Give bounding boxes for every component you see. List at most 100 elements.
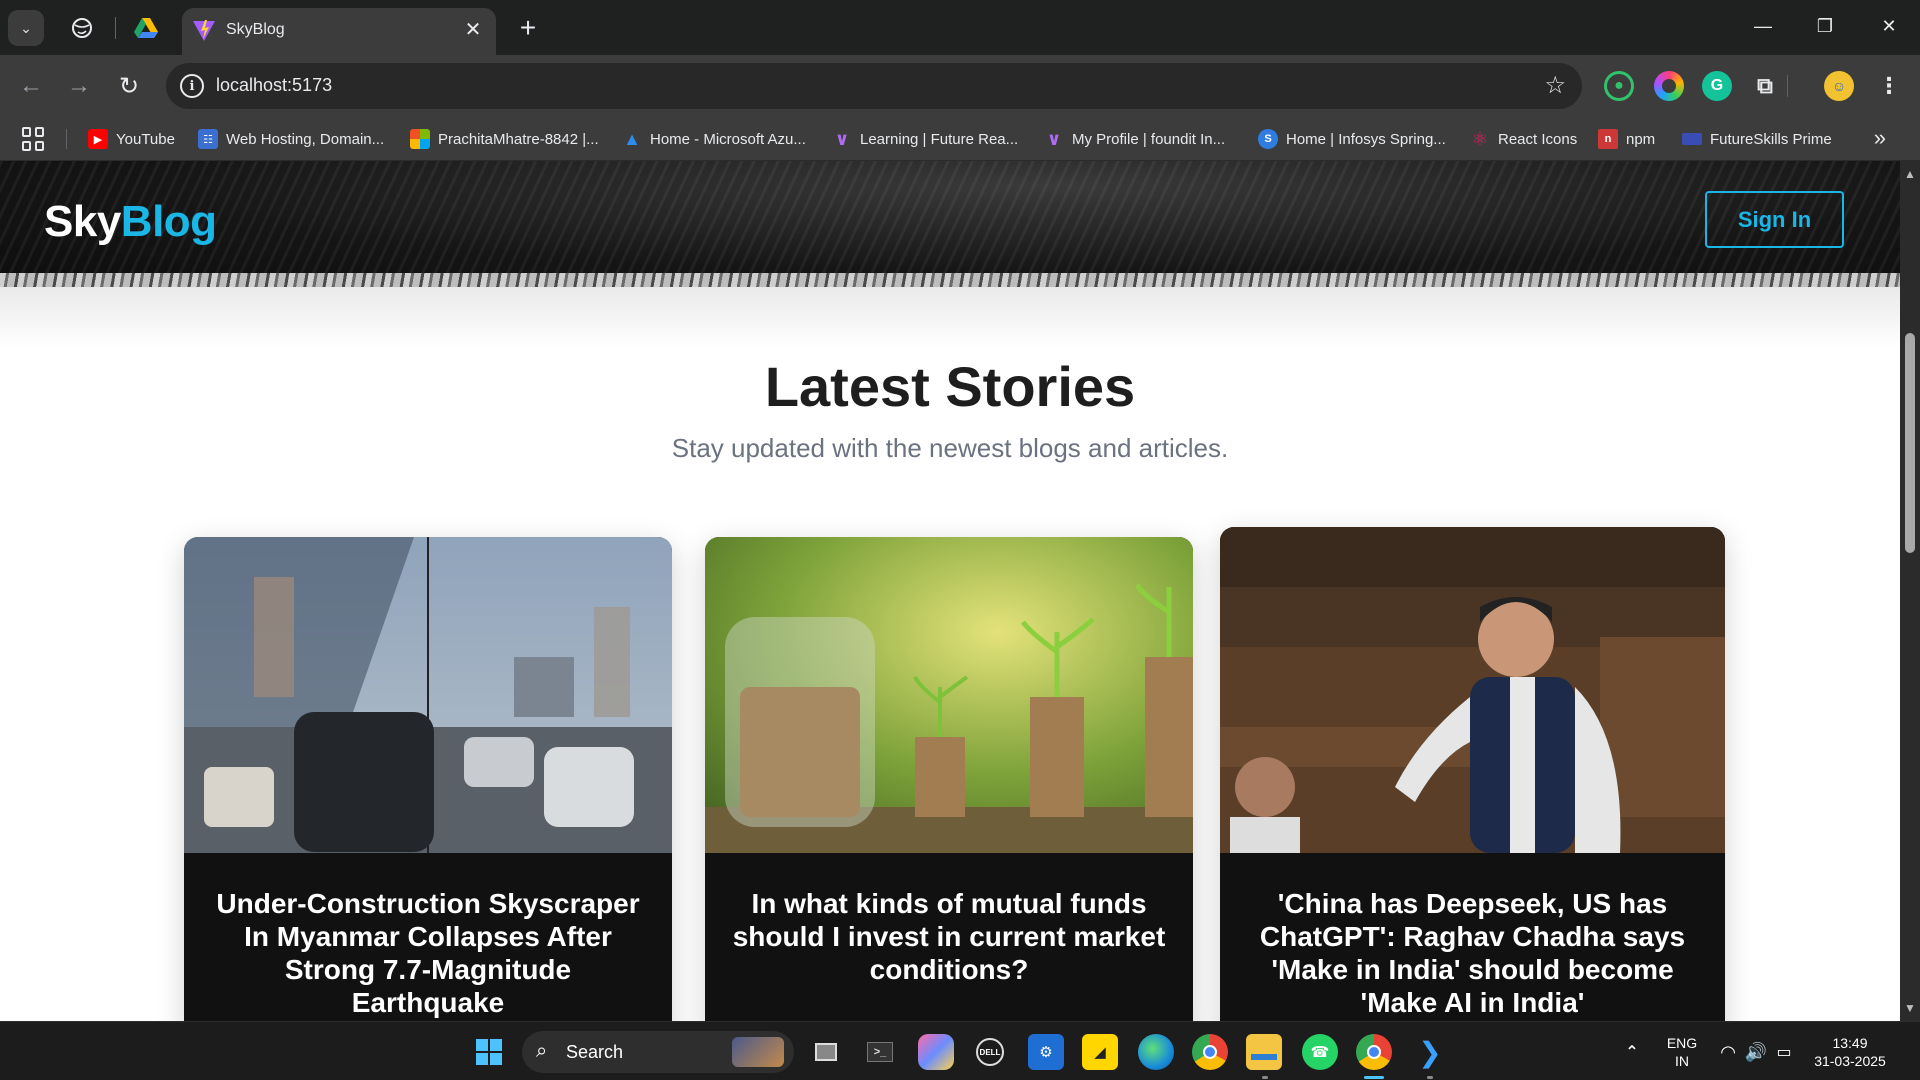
bookmark-future-ready[interactable]: ∨ Learning | Future Rea...	[832, 127, 1018, 151]
battery-icon[interactable]: ▭	[1766, 1034, 1802, 1070]
running-indicator-explorer	[1262, 1076, 1268, 1079]
bookmark-microsoft-profile[interactable]: PrachitaMhatre-8842 |...	[410, 127, 599, 151]
youtube-icon: ▶	[88, 129, 108, 149]
bookmark-label: Learning | Future Rea...	[860, 130, 1019, 148]
windows-start-icon[interactable]	[471, 1034, 507, 1070]
story-card-earthquake[interactable]: Under-Construction Skyscraper In Myanmar…	[184, 537, 672, 1021]
forward-button[interactable]: →	[62, 69, 96, 103]
card-image-parliament[interactable]	[1220, 527, 1725, 853]
pinned-tab-drive[interactable]	[130, 12, 162, 44]
bookmark-label: Home | Infosys Spring...	[1286, 130, 1446, 148]
reload-button[interactable]: ↻	[112, 69, 146, 103]
task-view-icon[interactable]	[808, 1034, 844, 1070]
bookmark-label: My Profile | foundit In...	[1072, 130, 1226, 148]
logo-blog: Blog	[120, 197, 217, 246]
clock-time: 13:49	[1832, 1035, 1868, 1051]
globe-icon	[72, 18, 92, 38]
clock[interactable]: 13:49 31-03-2025	[1810, 1034, 1890, 1070]
pinned-tab-globe[interactable]	[66, 12, 98, 44]
scroll-up-arrow-icon[interactable]: ▲	[1904, 167, 1916, 181]
terminal-icon[interactable]: >_	[862, 1034, 898, 1070]
file-explorer-icon[interactable]	[1246, 1034, 1282, 1070]
page-viewport: SkyBlog Sign In Latest Stories Stay upda…	[0, 161, 1900, 1021]
chrome-icon[interactable]	[1192, 1034, 1228, 1070]
tab-skyblog[interactable]: SkyBlog ✕	[182, 8, 496, 55]
scrollbar-thumb[interactable]	[1905, 333, 1915, 553]
bookmark-foundit[interactable]: ∨ My Profile | foundit In...	[1044, 127, 1225, 151]
header-shadow	[0, 287, 1900, 347]
coins-plants-photo	[705, 537, 1193, 853]
back-button[interactable]: ←	[14, 69, 48, 103]
page-subtitle: Stay updated with the newest blogs and a…	[671, 433, 1229, 463]
region-code: IN	[1675, 1053, 1689, 1069]
bookmark-react-icons[interactable]: ⚛ React Icons	[1470, 127, 1577, 151]
language-indicator[interactable]: ENG IN	[1662, 1034, 1702, 1070]
tab-strip: ⌄ SkyBlog ✕ + — ❐ ✕	[0, 0, 1920, 55]
extension-color-picker-icon[interactable]	[1654, 71, 1684, 101]
search-icon: ⌕	[536, 1040, 548, 1062]
site-logo[interactable]: SkyBlog	[44, 197, 217, 247]
profile-avatar[interactable]: ☺	[1824, 71, 1854, 101]
card-title[interactable]: Under-Construction Skyscraper In Myanmar…	[208, 887, 648, 1019]
minimize-window-button[interactable]: —	[1738, 8, 1788, 44]
dell-icon[interactable]: DELL	[972, 1034, 1008, 1070]
control-panel-icon[interactable]: ⚙	[1028, 1034, 1064, 1070]
address-bar[interactable]: i localhost:5173 ☆	[166, 63, 1582, 109]
edge-browser-icon[interactable]	[1138, 1034, 1174, 1070]
whatsapp-icon[interactable]: ☎	[1302, 1034, 1338, 1070]
azure-icon: ▲	[623, 128, 641, 149]
new-tab-button[interactable]: +	[512, 12, 544, 44]
futureskills-icon	[1682, 133, 1702, 145]
card-image-coins-plants[interactable]	[705, 537, 1193, 853]
future-ready-icon: ∨	[834, 128, 850, 149]
extension-recorder-icon[interactable]: ●	[1604, 71, 1634, 101]
street-traffic-photo	[184, 537, 672, 853]
apps-grid-icon[interactable]	[22, 127, 46, 151]
parliament-speaker-photo	[1220, 527, 1725, 853]
vscode-icon[interactable]: ❯	[1412, 1034, 1448, 1070]
scroll-down-arrow-icon[interactable]: ▼	[1904, 1001, 1916, 1015]
running-indicator-vscode	[1427, 1076, 1433, 1079]
bookmark-infosys-springboard[interactable]: S Home | Infosys Spring...	[1258, 127, 1446, 151]
chrome-profile-icon[interactable]	[1356, 1034, 1392, 1070]
card-title[interactable]: 'China has Deepseek, US has ChatGPT': Ra…	[1244, 887, 1701, 1019]
more-bookmarks-chevron-icon[interactable]: »	[1874, 125, 1886, 151]
card-image-street-traffic[interactable]	[184, 537, 672, 853]
bookmark-azure[interactable]: ▲ Home - Microsoft Azu...	[622, 127, 806, 151]
copilot-icon[interactable]	[918, 1034, 954, 1070]
browser-toolbar: ← → ↻ i localhost:5173 ☆ ● G ⧉ ☺ ⋮	[0, 55, 1920, 117]
extensions-puzzle-icon[interactable]: ⧉	[1750, 71, 1780, 101]
site-info-icon[interactable]: i	[180, 74, 204, 98]
bookmark-futureskills-prime[interactable]: FutureSkills Prime	[1682, 127, 1832, 151]
story-card-make-ai-in-india[interactable]: 'China has Deepseek, US has ChatGPT': Ra…	[1220, 527, 1725, 1021]
bookmark-star-icon[interactable]: ☆	[1544, 71, 1566, 100]
taskbar-search[interactable]: ⌕ Search	[522, 1031, 794, 1073]
bookmark-youtube[interactable]: ▶ YouTube	[88, 127, 175, 151]
bookmark-label: PrachitaMhatre-8842 |...	[438, 130, 599, 148]
bookmark-label: Web Hosting, Domain...	[226, 130, 385, 148]
npm-icon: n	[1598, 129, 1618, 149]
taskbar-search-label: Search	[566, 1042, 624, 1062]
grammarly-icon[interactable]: G	[1702, 71, 1732, 101]
close-window-button[interactable]: ✕	[1864, 8, 1914, 44]
vite-favicon-icon	[193, 20, 215, 41]
bookmark-npm[interactable]: n npm	[1598, 127, 1655, 151]
show-hidden-icons-chevron-icon[interactable]: ⌃	[1614, 1034, 1650, 1070]
page-scrollbar[interactable]: ▲ ▼	[1900, 161, 1920, 1021]
bookmarks-divider	[66, 129, 67, 149]
restore-window-button[interactable]: ❐	[1800, 8, 1850, 44]
url-text[interactable]: localhost:5173	[216, 75, 332, 96]
tab-search-button[interactable]: ⌄	[8, 10, 44, 46]
bookmark-label: FutureSkills Prime	[1710, 130, 1832, 148]
google-drive-icon	[134, 18, 158, 38]
page-title: Latest Stories	[764, 355, 1136, 418]
browser-menu-icon[interactable]: ⋮	[1874, 71, 1904, 101]
sign-in-button[interactable]: Sign In	[1705, 191, 1844, 248]
card-title[interactable]: In what kinds of mutual funds should I i…	[729, 887, 1169, 986]
bookmark-web-hosting[interactable]: ☷ Web Hosting, Domain...	[198, 127, 384, 151]
chevron-down-icon: ⌄	[20, 19, 32, 36]
story-card-mutual-funds[interactable]: In what kinds of mutual funds should I i…	[705, 537, 1193, 1021]
close-tab-icon[interactable]: ✕	[460, 16, 486, 42]
windows-logo	[476, 1039, 502, 1065]
sticky-notes-icon[interactable]: ◢	[1082, 1034, 1118, 1070]
